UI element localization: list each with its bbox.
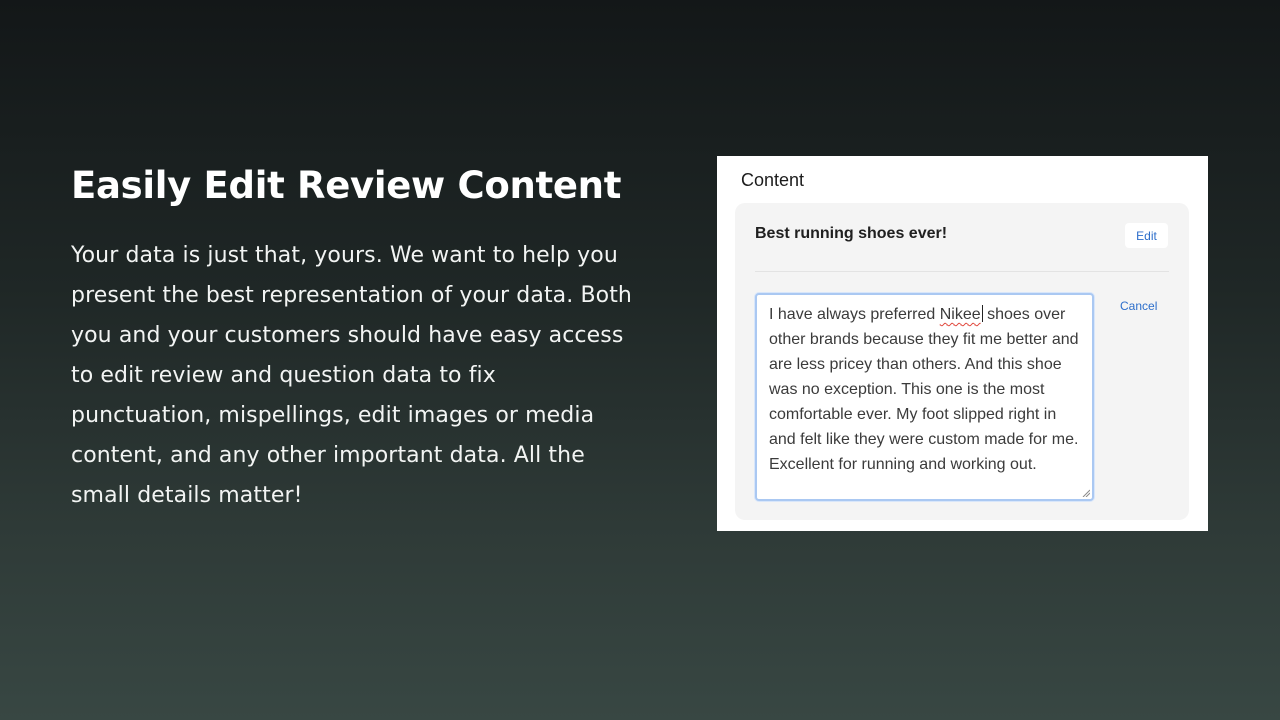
review-content-text: I have always preferred Nikee shoes over…: [769, 302, 1080, 477]
review-content-textarea[interactable]: I have always preferred Nikee shoes over…: [755, 293, 1094, 501]
review-card: Best running shoes ever! Edit I have alw…: [735, 203, 1189, 520]
divider: [755, 271, 1169, 272]
hero-description: Your data is just that, yours. We want t…: [71, 243, 632, 508]
resize-handle-icon[interactable]: [1082, 489, 1090, 497]
panel-title: Content: [741, 170, 805, 190]
edit-button[interactable]: Edit: [1125, 223, 1168, 248]
hero-section: Easily Edit Review Content Your data is …: [71, 160, 651, 516]
misspelled-word: Nikee: [939, 306, 981, 323]
content-panel: Content Best running shoes ever! Edit I …: [717, 156, 1208, 531]
review-content-start: I have always preferred: [769, 306, 940, 323]
review-content-rest: shoes over other brands because they fit…: [769, 306, 1079, 473]
review-title: Best running shoes ever!: [755, 225, 948, 242]
cancel-link[interactable]: Cancel: [1120, 299, 1157, 313]
hero-headline: Easily Edit Review Content: [71, 164, 622, 207]
